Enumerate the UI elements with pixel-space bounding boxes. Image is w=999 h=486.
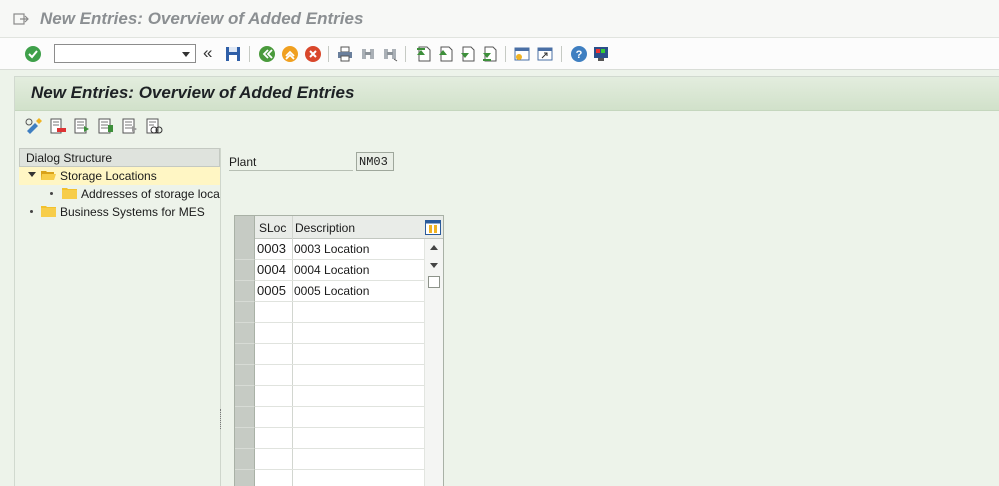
svg-text:?: ? <box>576 49 583 61</box>
description-cell[interactable]: 0003 Location <box>294 242 369 256</box>
row-selector[interactable] <box>235 449 255 470</box>
table-row <box>235 407 424 428</box>
previous-page-icon[interactable] <box>436 45 454 63</box>
select-all-icon[interactable] <box>73 117 91 135</box>
next-page-icon[interactable] <box>458 45 476 63</box>
tree-item-label[interactable]: Addresses of storage loca <box>81 187 220 201</box>
table-row: 0005 0005 Location <box>235 281 424 302</box>
window-title-bar: New Entries: Overview of Added Entries <box>0 0 999 38</box>
row-selector[interactable] <box>235 386 255 407</box>
row-selector[interactable] <box>235 365 255 386</box>
plant-label: Plant <box>229 154 353 171</box>
row-selector[interactable] <box>235 260 255 281</box>
first-page-icon[interactable] <box>414 45 432 63</box>
expanded-caret-icon[interactable] <box>28 172 36 177</box>
row-selector[interactable] <box>235 344 255 365</box>
table-row <box>235 470 424 486</box>
find-icon[interactable] <box>359 45 377 63</box>
sloc-cell[interactable]: 0003 <box>257 241 286 256</box>
create-session-icon[interactable] <box>513 45 531 63</box>
customize-layout-icon[interactable] <box>592 45 610 63</box>
open-folder-icon <box>41 171 56 180</box>
table-row <box>235 365 424 386</box>
table-row <box>235 344 424 365</box>
command-input[interactable] <box>55 45 175 62</box>
table-row <box>235 449 424 470</box>
column-header-description[interactable]: Description <box>295 221 355 235</box>
last-page-icon[interactable] <box>480 45 498 63</box>
page-title-bar: New Entries: Overview of Added Entries <box>15 77 999 111</box>
system-menu-icon[interactable] <box>13 12 29 26</box>
dialog-structure-panel: Dialog Structure Storage Locations Addre… <box>19 148 221 486</box>
enter-icon[interactable] <box>24 45 42 63</box>
application-toolbar <box>15 112 999 140</box>
table-settings-icon[interactable] <box>425 220 441 235</box>
table-body: 0003 0003 Location 0004 0004 Location 0005 00… <box>235 239 424 486</box>
sloc-cell[interactable]: 0004 <box>257 262 286 277</box>
tree-item-label[interactable]: Business Systems for MES <box>60 205 205 219</box>
table-row <box>235 386 424 407</box>
chevron-down-icon[interactable] <box>179 45 193 62</box>
tree-item-storage-locations[interactable]: Storage Locations <box>19 167 220 185</box>
print-icon[interactable] <box>336 45 354 63</box>
page-title: New Entries: Overview of Added Entries <box>31 83 355 102</box>
folder-icon <box>41 206 56 217</box>
plant-field: NM03 <box>356 152 394 171</box>
scroll-down-icon[interactable] <box>430 263 438 268</box>
select-block-icon[interactable] <box>97 117 115 135</box>
column-header-sloc[interactable]: SLoc <box>259 221 286 235</box>
bullet-icon <box>50 192 53 195</box>
storage-locations-table: SLoc Description 0003 0003 Location 0004 00… <box>234 215 444 486</box>
scroll-up-icon[interactable] <box>430 245 438 250</box>
other-entry-icon[interactable] <box>145 117 163 135</box>
cancel-icon[interactable] <box>304 45 322 63</box>
find-next-icon[interactable] <box>381 45 399 63</box>
bullet-icon <box>30 210 33 213</box>
exit-icon[interactable] <box>281 45 299 63</box>
row-selector[interactable] <box>235 239 255 260</box>
shortcut-icon[interactable] <box>536 45 554 63</box>
description-cell[interactable]: 0004 Location <box>294 263 369 277</box>
table-row <box>235 302 424 323</box>
tree-item-business-systems-for-mes[interactable]: Business Systems for MES <box>19 203 220 221</box>
help-icon[interactable]: ? <box>570 45 588 63</box>
back-icon[interactable] <box>258 45 276 63</box>
row-selector[interactable] <box>235 281 255 302</box>
window-title: New Entries: Overview of Added Entries <box>40 9 364 28</box>
delete-icon[interactable] <box>49 117 67 135</box>
command-field[interactable] <box>54 44 196 63</box>
table-header: SLoc Description <box>235 216 443 239</box>
main-area: New Entries: Overview of Added Entries D… <box>14 76 999 486</box>
save-icon[interactable] <box>224 45 242 63</box>
change-display-icon[interactable] <box>25 117 43 135</box>
vertical-scrollbar[interactable] <box>424 239 443 486</box>
row-selector[interactable] <box>235 407 255 428</box>
table-row <box>235 323 424 344</box>
scroll-thumb[interactable] <box>428 276 440 288</box>
tree-item-addresses-of-storage-locations[interactable]: Addresses of storage loca <box>19 185 220 203</box>
table-row: 0004 0004 Location <box>235 260 424 281</box>
row-selector[interactable] <box>235 428 255 449</box>
sloc-cell[interactable]: 0005 <box>257 283 286 298</box>
table-row: 0003 0003 Location <box>235 239 424 260</box>
dialog-structure-header: Dialog Structure <box>19 148 220 167</box>
select-all-rows-button[interactable] <box>235 216 255 239</box>
folder-icon <box>62 188 77 199</box>
row-selector[interactable] <box>235 323 255 344</box>
deselect-all-icon[interactable] <box>121 117 139 135</box>
tree-item-label[interactable]: Storage Locations <box>60 169 157 183</box>
row-selector[interactable] <box>235 302 255 323</box>
system-toolbar: « ? <box>0 38 999 70</box>
panel-splitter[interactable] <box>220 409 222 429</box>
description-cell[interactable]: 0005 Location <box>294 284 369 298</box>
collapse-command-field-icon[interactable]: « <box>203 43 212 63</box>
table-row <box>235 428 424 449</box>
row-selector[interactable] <box>235 470 255 486</box>
